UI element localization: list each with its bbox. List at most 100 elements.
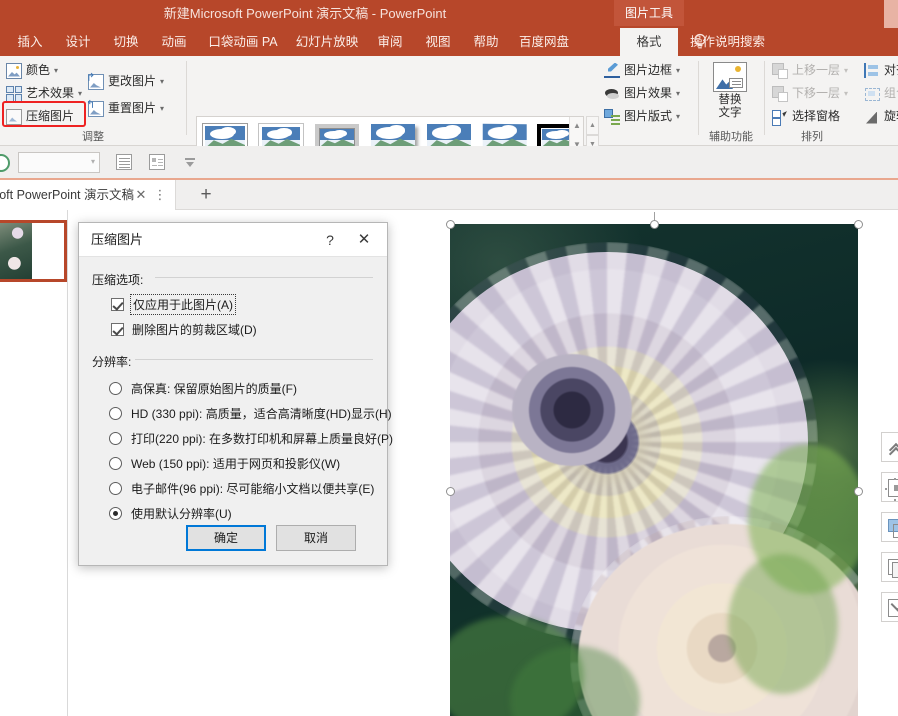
dialog-title-bar: 压缩图片 ? ✕: [79, 223, 387, 257]
tab-baidu-netdisk[interactable]: 百度网盘: [512, 28, 576, 56]
align-icon: [864, 63, 880, 79]
radio-button-selected: [109, 507, 122, 520]
ok-button[interactable]: 确定: [186, 525, 266, 551]
selection-handle-middle-left[interactable]: [446, 487, 455, 496]
send-backward-icon: [772, 86, 788, 102]
line-spacing-button[interactable]: [114, 152, 134, 173]
tab-format[interactable]: 格式: [620, 28, 678, 56]
slide-thumbnail-pane[interactable]: [0, 210, 68, 716]
radio-button: [109, 407, 122, 420]
slide-thumbnail-image: [0, 223, 32, 279]
tab-pocket-animation[interactable]: 口袋动画 PA: [200, 28, 286, 56]
radio-high-fidelity[interactable]: 高保真: 保留原始图片的质量(F): [109, 379, 297, 397]
layout-options-button[interactable]: [881, 472, 898, 502]
picture-layout-icon: [604, 109, 620, 125]
close-icon[interactable]: ✕: [133, 180, 149, 210]
selection-pane-button[interactable]: 选择窗格: [772, 106, 840, 127]
copy-style-button[interactable]: [881, 552, 898, 582]
align-button[interactable]: 对齐: [864, 60, 898, 81]
line-spacing-icon: [116, 154, 132, 170]
picture-border-icon: [604, 63, 620, 79]
radio-button: [109, 432, 122, 445]
more-icon[interactable]: ⋮: [153, 180, 167, 210]
group-separator: [186, 61, 187, 135]
picture-border-button[interactable]: 图片边框 ▾: [604, 60, 680, 81]
radio-use-default-resolution[interactable]: 使用默认分辨率(U): [109, 504, 232, 522]
color-button[interactable]: 颜色 ▾: [6, 60, 58, 81]
tab-help[interactable]: 帮助: [464, 28, 508, 56]
group-separator: [764, 61, 765, 135]
resize-button[interactable]: [881, 592, 898, 622]
cancel-button[interactable]: 取消: [276, 525, 356, 551]
selection-handle-top-right[interactable]: [854, 220, 863, 229]
group-separator: [698, 61, 699, 135]
ribbon-scroll-up[interactable]: ▲: [586, 116, 599, 135]
chevron-down-icon: ▾: [844, 83, 848, 104]
section-rule: [135, 359, 373, 360]
radio-web-150ppi[interactable]: Web (150 ppi): 适用于网页和投影仪(W): [109, 454, 340, 472]
checkbox-delete-cropped-areas[interactable]: 删除图片的剪裁区域(D): [111, 320, 257, 338]
bring-forward-icon: [772, 63, 788, 79]
chevron-down-icon: ▾: [160, 98, 164, 119]
artistic-effects-button[interactable]: 艺术效果 ▾: [6, 83, 82, 104]
title-bar: 新建Microsoft PowerPoint 演示文稿 - PowerPoint…: [0, 0, 898, 28]
slide-thumbnail-1[interactable]: [0, 220, 67, 282]
collapse-button[interactable]: [881, 432, 898, 462]
change-picture-icon: ↱: [88, 74, 104, 90]
tab-view[interactable]: 视图: [416, 28, 460, 56]
bring-forward-button[interactable]: 上移一层 ▾: [772, 60, 848, 81]
close-icon[interactable]: ✕: [349, 223, 379, 257]
radio-button: [109, 482, 122, 495]
chevron-up-icon: [888, 439, 898, 457]
window-title: 新建Microsoft PowerPoint 演示文稿 - PowerPoint: [0, 0, 610, 28]
alt-text-label-line2: 文字: [719, 107, 742, 119]
tab-slideshow[interactable]: 幻灯片放映: [290, 28, 364, 56]
resize-icon: [888, 599, 898, 617]
reset-picture-button[interactable]: ↰ 重置图片 ▾: [88, 98, 164, 119]
chevron-down-icon: ▾: [78, 83, 82, 104]
rotate-button[interactable]: 旋转: [864, 106, 898, 127]
rotate-icon: [864, 109, 880, 125]
radio-print-220ppi[interactable]: 打印(220 ppi): 在多数打印机和屏幕上质量良好(P): [109, 429, 393, 447]
ribbon-group-arrange: 上移一层 ▾ 下移一层 ▾ 选择窗格 对齐 组合 旋转 排列: [766, 56, 898, 146]
slide-layout-icon: [149, 154, 165, 170]
style-combo-box[interactable]: ▾: [18, 152, 100, 173]
send-backward-button[interactable]: 下移一层 ▾: [772, 83, 848, 104]
selection-handle-top-center[interactable]: [650, 220, 659, 229]
picture-layout-button[interactable]: 图片版式 ▾: [604, 106, 680, 127]
change-picture-button[interactable]: ↱ 更改图片 ▾: [88, 71, 164, 92]
selected-picture-dahlia[interactable]: [450, 224, 858, 716]
selection-handle-middle-right[interactable]: [854, 487, 863, 496]
secondary-toolbar: ▾: [0, 146, 898, 180]
selection-handle-top-left[interactable]: [446, 220, 455, 229]
checkbox-apply-only-to-this-picture[interactable]: 仅应用于此图片(A): [111, 295, 234, 313]
more-options-button[interactable]: [180, 152, 200, 173]
radio-hd-330ppi[interactable]: HD (330 ppi): 高质量，适合高清晰度(HD)显示(H): [109, 404, 392, 422]
compress-pictures-dialog[interactable]: 压缩图片 ? ✕ 压缩选项: 仅应用于此图片(A) 删除图片的剪裁区域(D) 分…: [78, 222, 388, 566]
tab-design[interactable]: 设计: [56, 28, 100, 56]
help-icon[interactable]: ?: [319, 223, 341, 257]
section-rule: [155, 277, 373, 278]
picture-color-icon: [6, 63, 22, 79]
chevron-down-icon: ▾: [844, 60, 848, 81]
tab-animations[interactable]: 动画: [152, 28, 196, 56]
radio-email-96ppi[interactable]: 电子邮件(96 ppi): 尽可能缩小文档以便共享(E): [109, 479, 374, 497]
reset-picture-icon: ↰: [88, 101, 104, 117]
artistic-effects-icon: [6, 86, 22, 102]
new-tab-button[interactable]: +: [190, 180, 222, 210]
document-tab[interactable]: osoft PowerPoint 演示文稿 ✕ ⋮: [0, 180, 176, 210]
chevron-down-icon: ▾: [160, 71, 164, 92]
tab-transitions[interactable]: 切换: [104, 28, 148, 56]
gallery-scroll-up-icon[interactable]: ▲: [570, 117, 584, 135]
tab-insert[interactable]: 插入: [8, 28, 52, 56]
tab-review[interactable]: 审阅: [368, 28, 412, 56]
slide-layout-button[interactable]: [147, 152, 167, 173]
chevron-down-icon: ▾: [676, 60, 680, 81]
tell-me-search[interactable]: 操作说明搜索: [690, 28, 765, 56]
alt-text-button[interactable]: 替换 文字: [703, 60, 757, 128]
shape-fill-button[interactable]: [881, 512, 898, 542]
group-objects-button[interactable]: 组合: [864, 83, 898, 104]
compress-pictures-button[interactable]: 压缩图片: [6, 106, 74, 127]
dropdown-arrow-icon: [182, 154, 198, 170]
picture-effects-button[interactable]: 图片效果 ▾: [604, 83, 680, 104]
